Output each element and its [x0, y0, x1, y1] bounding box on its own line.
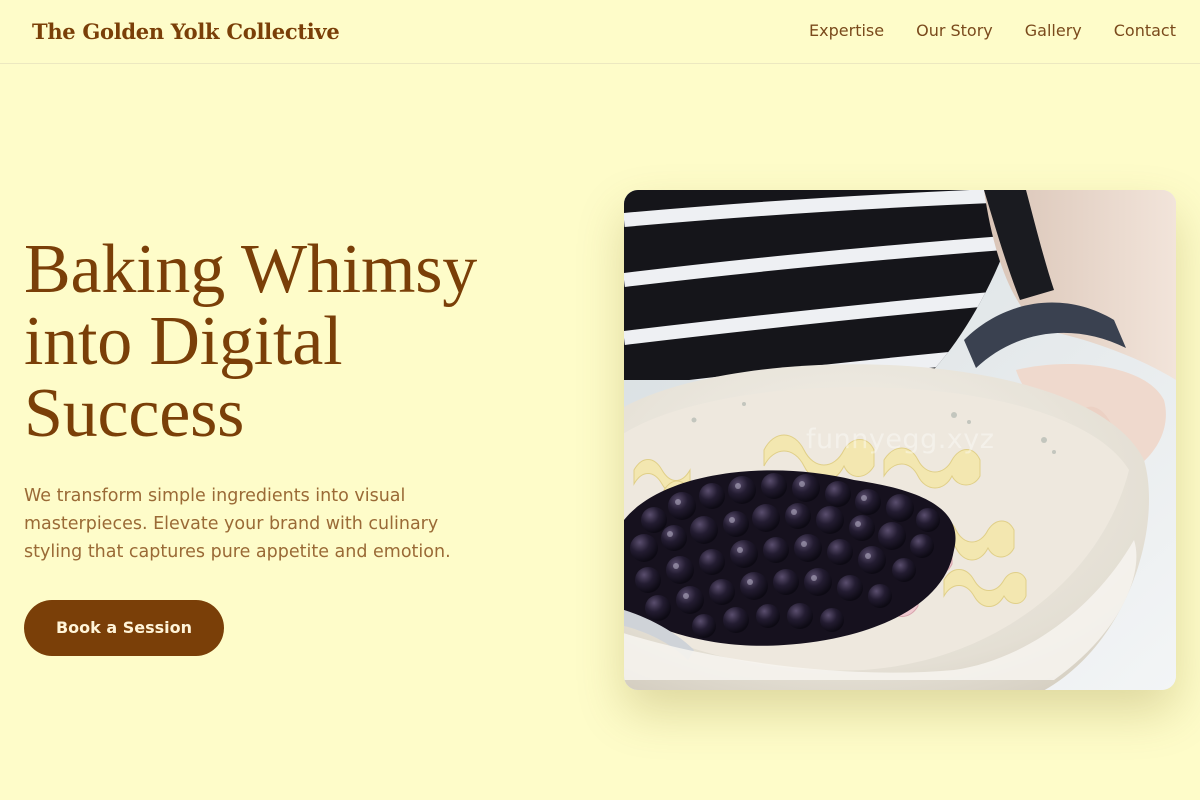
- hero-title-line: Baking Whimsy: [24, 231, 478, 308]
- nav-link-contact[interactable]: Contact: [1114, 21, 1176, 42]
- hero-description: We transform simple ingredients into vis…: [24, 486, 451, 562]
- brand-logo[interactable]: The Golden Yolk Collective: [32, 19, 340, 44]
- main-nav: Expertise Our Story Gallery Contact: [809, 0, 1176, 64]
- nav-link-gallery[interactable]: Gallery: [1025, 21, 1082, 42]
- nav-link-our-story[interactable]: Our Story: [916, 21, 993, 42]
- nav-link-expertise[interactable]: Expertise: [809, 21, 884, 42]
- hero-photo: funnyegg.xyz: [624, 190, 1176, 690]
- book-session-button[interactable]: Book a Session: [24, 600, 224, 656]
- hero-section: Baking Whimsy into Digital Success We tr…: [24, 234, 564, 656]
- hero-title: Baking Whimsy into Digital Success: [24, 234, 564, 450]
- site-header: The Golden Yolk Collective Expertise Our…: [0, 0, 1200, 64]
- photo-watermark: funnyegg.xyz: [806, 424, 995, 455]
- hero-title-line: into Digital: [24, 303, 343, 380]
- hero-title-line: Success: [24, 375, 245, 452]
